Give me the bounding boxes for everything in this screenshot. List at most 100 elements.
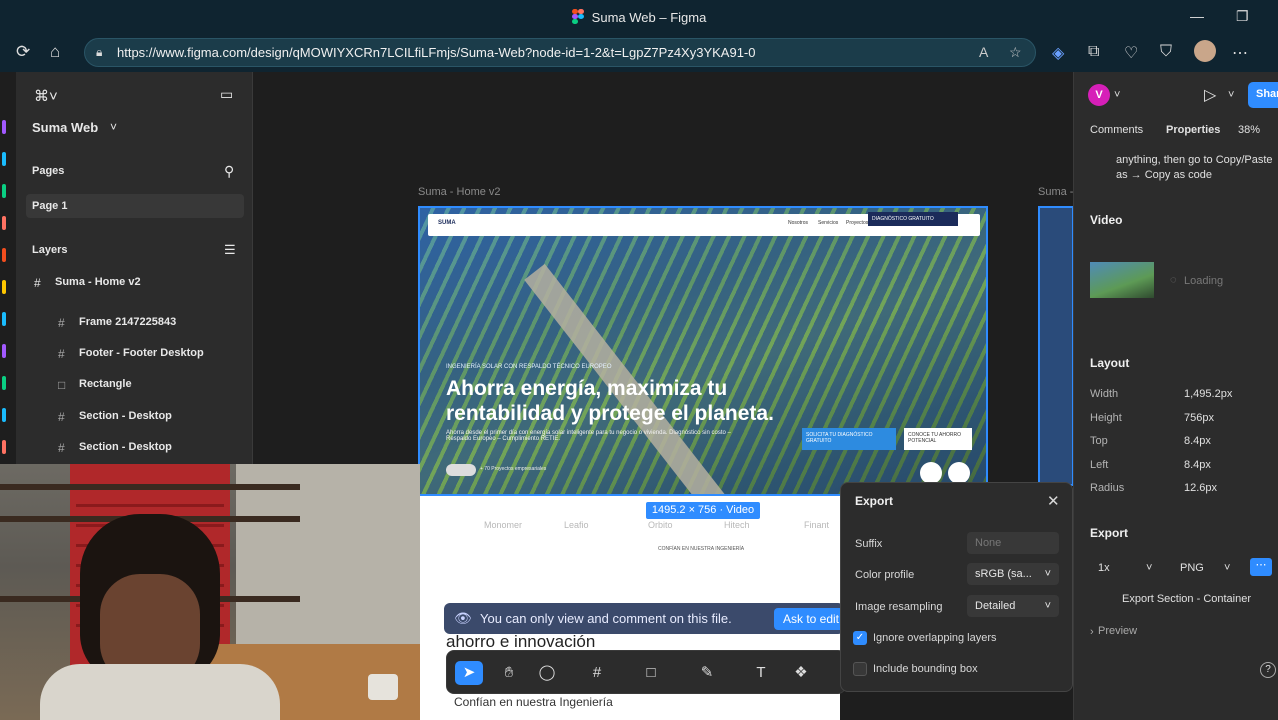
second-frame-preview[interactable]	[1038, 206, 1074, 486]
chevron-down-icon[interactable]: ˅	[110, 120, 130, 134]
home-icon[interactable]: ⌂	[50, 42, 60, 62]
hero-subtext: Ahorra desde el primer día con energía s…	[446, 430, 731, 442]
text-tool-icon[interactable]: T	[747, 661, 775, 685]
maximize-icon[interactable]: ❐	[1236, 8, 1249, 25]
ignore-overlap-label: Ignore overlapping layers	[873, 632, 997, 644]
frame-tool-icon[interactable]: #	[583, 661, 611, 685]
export-section-button[interactable]: Export Section - Container	[1122, 593, 1251, 605]
nav-item: Proyectos	[846, 220, 869, 226]
ask-to-edit-button[interactable]: Ask to edit	[774, 608, 848, 630]
chevron-down-icon[interactable]: ˅	[1228, 89, 1234, 101]
move-tool-icon[interactable]: ➤	[455, 661, 483, 685]
export-format[interactable]: PNG	[1180, 562, 1204, 574]
pages-heading: Pages	[32, 165, 65, 177]
chevron-right-icon[interactable]: ›	[1090, 626, 1094, 638]
ignore-overlap-checkbox[interactable]: ✓	[853, 631, 867, 645]
nav-item: Servicios	[818, 220, 839, 226]
read-aloud-icon[interactable]: A	[979, 44, 988, 60]
export-popover: Export ✕ Suffix None Color profile sRGB …	[840, 482, 1073, 692]
hand-tool-icon[interactable]: ✋︎	[495, 661, 523, 685]
note-text-line2: as → Copy as code	[1116, 169, 1212, 181]
color-strip	[0, 72, 16, 472]
profile-avatar[interactable]	[1194, 40, 1216, 62]
pen-tool-icon[interactable]: ✎	[693, 661, 721, 685]
partners-caption: CONFÍAN EN NUESTRA INGENIERÍA	[658, 546, 745, 552]
note-text-line1: anything, then go to Copy/Paste	[1116, 154, 1273, 166]
address-bar-row: ⟳ ⌂ 🔒︎ https://www.figma.com/design/qMOW…	[0, 34, 1278, 72]
comment-tool-icon[interactable]: ◯	[533, 661, 561, 685]
toggle-sidebar-icon[interactable]: ▭	[220, 86, 240, 103]
site-logo: SUMA	[438, 220, 456, 226]
video-thumbnail[interactable]	[1090, 262, 1154, 298]
figma-logo-icon	[571, 9, 584, 25]
hero-primary-button: SOLICITA TU DIAGNÓSTICO GRATUITO	[802, 428, 896, 450]
frame-label[interactable]: Suma - Home v2	[418, 186, 501, 198]
color-profile-value: sRGB (sa...	[975, 568, 1032, 580]
bottom-toolbar: ➤ ✋︎ ◯ # □ ✎ T ❖	[446, 650, 846, 694]
resampling-select[interactable]: Detailed ˅	[967, 595, 1059, 617]
layers-list-icon[interactable]: ☰	[224, 242, 244, 258]
selection-size-badge: 1495.2 × 756 · Video	[646, 502, 760, 519]
tab-comments[interactable]: Comments	[1090, 124, 1143, 136]
bounding-box-checkbox[interactable]	[853, 662, 867, 676]
layout-value[interactable]: 756px	[1184, 412, 1214, 424]
extensions-icon[interactable]: ⧉	[1088, 43, 1099, 61]
color-profile-select[interactable]: sRGB (sa... ˅	[967, 563, 1059, 585]
reload-icon[interactable]: ⟳	[16, 42, 30, 62]
hero-eyebrow: INGENIERÍA SOLAR CON RESPALDO TÉCNICO EU…	[446, 364, 612, 370]
security-icon[interactable]: ⛉	[1160, 43, 1172, 61]
frame-icon: #	[58, 441, 65, 455]
preview-toggle[interactable]: Preview	[1098, 625, 1137, 637]
browser-title-bar: Suma Web – Figma — ❐	[0, 0, 1278, 34]
components-icon[interactable]: ❖	[787, 661, 815, 685]
chevron-down-icon: ˅	[1044, 568, 1051, 580]
user-avatar[interactable]: V	[1088, 84, 1110, 106]
layer-label: Section - Desktop	[79, 410, 172, 422]
chevron-down-icon[interactable]: ˅	[1114, 89, 1120, 101]
export-scale[interactable]: 1x	[1098, 562, 1110, 574]
hero-section-frame[interactable]: SUMA Nosotros Servicios Proyectos DIAGNÓ…	[418, 206, 988, 496]
layout-value[interactable]: 12.6px	[1184, 482, 1217, 494]
export-settings-icon[interactable]: ⋯	[1250, 558, 1272, 576]
file-name[interactable]: Suma Web	[32, 120, 98, 135]
page-item-selected[interactable]: Page 1	[26, 194, 244, 218]
layer-label: Footer - Footer Desktop	[79, 347, 204, 359]
layout-value[interactable]: 8.4px	[1184, 435, 1211, 447]
person-shirt	[40, 664, 280, 720]
more-menu-icon[interactable]: ⋯	[1232, 43, 1248, 63]
share-button[interactable]: Share	[1248, 82, 1278, 108]
main-menu-icon[interactable]: ⌘˅	[34, 87, 74, 105]
partner-logo: Orbito	[648, 520, 673, 530]
color-profile-label: Color profile	[855, 569, 915, 581]
partner-logo: Finant	[804, 520, 830, 530]
minimize-icon[interactable]: —	[1190, 8, 1204, 24]
extension-shield-icon[interactable]: ◈	[1052, 43, 1064, 63]
favorite-star-icon[interactable]: ☆	[1009, 44, 1022, 61]
help-icon[interactable]: ?	[1260, 662, 1276, 678]
export-popover-title: Export	[855, 494, 894, 508]
close-icon[interactable]: ✕	[1047, 492, 1060, 510]
suffix-input[interactable]: None	[967, 532, 1059, 554]
layout-value[interactable]: 8.4px	[1184, 459, 1211, 471]
tab-properties[interactable]: Properties	[1166, 124, 1220, 136]
bounding-box-label: Include bounding box	[873, 663, 978, 675]
shelf	[0, 484, 300, 490]
search-icon[interactable]: ⚲	[224, 163, 244, 180]
frame-icon: #	[34, 276, 41, 290]
frame2-label[interactable]: Suma -	[1038, 186, 1073, 198]
present-play-icon[interactable]: ▷	[1204, 85, 1216, 105]
solar-panels-image	[420, 208, 986, 494]
url-field[interactable]: 🔒︎ https://www.figma.com/design/qMOWIYXC…	[84, 38, 1036, 67]
health-icon[interactable]: ♡	[1124, 43, 1138, 63]
chevron-down-icon[interactable]: ˅	[1146, 562, 1152, 574]
chevron-down-icon[interactable]: ˅	[1224, 562, 1230, 574]
url-text: https://www.figma.com/design/qMOWIYXCRn7…	[117, 45, 756, 60]
layer-label: Rectangle	[79, 378, 132, 390]
suffix-label: Suffix	[855, 538, 883, 550]
rectangle-icon: □	[58, 378, 66, 392]
layout-value[interactable]: 1,495.2px	[1184, 388, 1232, 400]
frame-icon: #	[58, 347, 65, 361]
shape-tool-icon[interactable]: □	[637, 661, 665, 685]
zoom-level[interactable]: 38%	[1238, 124, 1260, 136]
layer-label: Section - Desktop	[79, 441, 172, 453]
